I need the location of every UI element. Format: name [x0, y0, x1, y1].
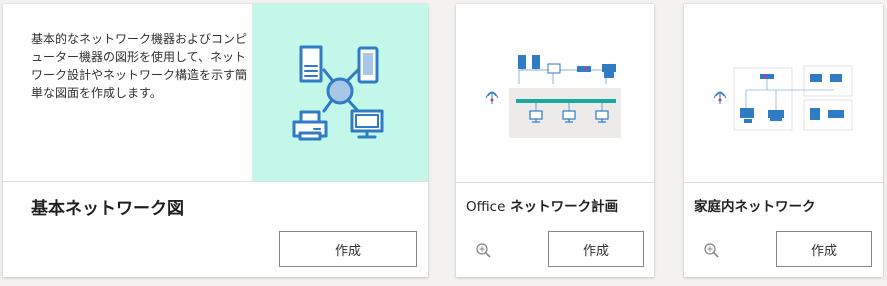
- zoom-preview-icon[interactable]: [474, 241, 494, 261]
- create-button[interactable]: 作成: [548, 231, 644, 267]
- network-diagram-illustration: [292, 45, 384, 141]
- template-preview-basic-network: [252, 4, 428, 181]
- template-title: 基本ネットワーク図: [31, 199, 184, 219]
- home-network-thumbnail: [713, 65, 853, 131]
- card-divider: [456, 182, 654, 183]
- template-title: 家庭内ネットワーク: [694, 199, 816, 215]
- template-title: Office ネットワーク計画: [466, 195, 618, 215]
- template-card-basic-network[interactable]: 基本的なネットワーク機器およびコンピューター機器の図形を使用して、ネットワーク設…: [3, 4, 428, 277]
- zoom-preview-icon[interactable]: [702, 241, 722, 261]
- template-card-home-network[interactable]: 家庭内ネットワーク 作成: [684, 4, 883, 277]
- card-divider: [3, 181, 428, 182]
- card-divider: [684, 182, 883, 183]
- template-preview-office-network: [456, 4, 654, 182]
- template-description: 基本的なネットワーク機器およびコンピューター機器の図形を使用して、ネットワーク設…: [31, 32, 248, 100]
- template-title-prefix: Office: [466, 199, 506, 215]
- template-preview-home-network: [684, 4, 883, 182]
- hub-node: [326, 77, 354, 105]
- template-card-office-network[interactable]: Office ネットワーク計画 作成: [456, 4, 654, 277]
- create-button[interactable]: 作成: [279, 231, 417, 267]
- template-title-suffix: ネットワーク計画: [505, 199, 619, 215]
- office-network-thumbnail: [485, 55, 621, 138]
- create-button[interactable]: 作成: [776, 231, 872, 267]
